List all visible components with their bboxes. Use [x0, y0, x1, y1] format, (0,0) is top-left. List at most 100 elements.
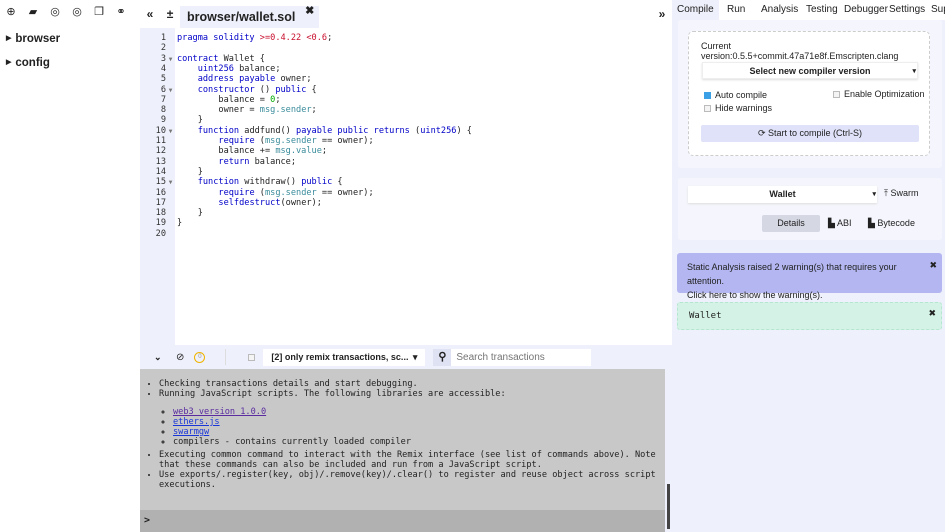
- copy-icon[interactable]: ❐: [88, 5, 110, 18]
- terminal-input[interactable]: >: [140, 510, 665, 532]
- code-token: {: [306, 84, 317, 95]
- line-number: 18: [155, 208, 166, 219]
- zoom-icon[interactable]: ±: [160, 7, 180, 21]
- hide-warnings-option[interactable]: Hide warnings: [704, 103, 772, 113]
- caret-right-icon: ▶: [6, 59, 12, 66]
- auto-compile-option[interactable]: Auto compile: [704, 90, 767, 100]
- label: ABI: [836, 218, 852, 228]
- code-line: 6 ▼ constructor () public {: [140, 85, 672, 95]
- line-number: 15: [155, 177, 166, 188]
- ethers-link[interactable]: ethers.js: [173, 417, 220, 427]
- line-number: 6: [160, 84, 166, 95]
- search-icon: ⚲: [433, 348, 452, 366]
- terminal-list-item: Executing common command to interact wit…: [159, 450, 659, 470]
- line-number: 13: [155, 156, 166, 167]
- details-button[interactable]: Details: [762, 215, 820, 232]
- code-line: 20: [140, 229, 672, 239]
- tab-sup[interactable]: Sup: [931, 0, 945, 20]
- code-token: }: [177, 166, 203, 177]
- line-number: 12: [155, 146, 166, 157]
- close-icon[interactable]: ✖: [928, 308, 936, 319]
- code-token: msg.sender: [264, 136, 317, 146]
- code-token: (owner);: [280, 197, 322, 208]
- contract-select[interactable]: Wallet ▾: [688, 186, 877, 203]
- tab-debugger[interactable]: Debugger: [844, 0, 888, 20]
- tab-run[interactable]: Run: [727, 0, 745, 20]
- file-toolbar: ⊕ ▰ ◎ ◎ ❐ ⚭: [0, 0, 140, 22]
- pending-transactions-badge: 0: [194, 351, 206, 363]
- open-folder-icon[interactable]: ▰: [22, 5, 44, 18]
- static-analysis-warning[interactable]: Static Analysis raised 2 warning(s) that…: [677, 253, 942, 300]
- line-number: 20: [155, 228, 166, 239]
- github-update-icon[interactable]: ◎: [66, 5, 88, 18]
- listen-network-checkbox[interactable]: [248, 353, 256, 361]
- enable-optimization-checkbox[interactable]: [833, 91, 840, 99]
- line-number: 1: [160, 33, 166, 43]
- code-token: ;: [321, 146, 328, 157]
- link-icon[interactable]: ⚭: [110, 5, 132, 18]
- minimize-terminal-icon[interactable]: ⌄: [154, 352, 166, 363]
- bytecode-button[interactable]: ▙ Bytecode: [868, 218, 915, 229]
- prompt: >: [144, 515, 151, 526]
- close-icon[interactable]: ✖: [929, 258, 937, 272]
- terminal-scrollbar[interactable]: [665, 369, 672, 532]
- tab-testing[interactable]: Testing: [806, 0, 838, 20]
- tree-item-config[interactable]: ▶ config: [0, 51, 140, 75]
- tab-compile[interactable]: Compile: [672, 0, 719, 20]
- code-line: 5 address payable owner;: [140, 74, 672, 84]
- code-token: msg.sender: [259, 105, 312, 116]
- code-token: contract: [177, 53, 219, 64]
- github-gist-icon[interactable]: ◎: [44, 5, 66, 18]
- collapse-left-icon[interactable]: «: [140, 7, 160, 21]
- code-token: (): [254, 84, 276, 95]
- line-number: 14: [155, 166, 166, 177]
- code-token: require: [218, 187, 255, 198]
- terminal-list-item: Checking transactions details and start …: [159, 379, 665, 389]
- transaction-filter-dropdown[interactable]: [2] only remix transactions, sc... ▾: [263, 348, 426, 366]
- line-number: 7: [160, 94, 166, 105]
- line-number: 17: [155, 197, 166, 208]
- enable-optimization-option[interactable]: Enable Optimization: [833, 89, 925, 99]
- label: Enable Optimization: [844, 89, 925, 99]
- show-warnings-link[interactable]: Click here to show the warning(s).: [687, 288, 932, 302]
- code-token: ) {: [456, 125, 472, 136]
- search-transactions: ⚲: [433, 348, 592, 366]
- library-list: web3 version 1.0.0 ethers.js swarmgw com…: [140, 407, 665, 447]
- code-editor[interactable]: 1 pragma solidity >=0.4.22 <0.6; 2 3 ▼ contra…: [140, 28, 672, 345]
- tab-wallet-sol[interactable]: browser/wallet.sol ✖: [180, 5, 320, 28]
- code-line: 14 }: [140, 167, 672, 177]
- swarmgw-link[interactable]: swarmgw: [173, 427, 209, 437]
- code-token: function: [197, 125, 240, 136]
- code-token: == owner);: [316, 136, 374, 146]
- tree-item-browser[interactable]: ▶ browser: [0, 27, 140, 51]
- caret-down-icon: ▾: [912, 68, 916, 75]
- collapse-right-icon[interactable]: »: [652, 7, 672, 21]
- web3-link[interactable]: web3 version 1.0.0: [173, 407, 266, 417]
- close-icon[interactable]: ✖: [305, 0, 314, 22]
- compiler-version-select[interactable]: Select new compiler version ▾: [702, 62, 918, 79]
- line-number: 10: [155, 125, 166, 136]
- code-line: 18 }: [140, 208, 672, 218]
- abi-button[interactable]: ▙ ABI: [828, 218, 851, 229]
- code-token: function: [197, 177, 240, 188]
- search-transactions-input[interactable]: [451, 348, 592, 366]
- swarm-button[interactable]: ⤒ Swarm: [884, 188, 919, 199]
- line-number: 2: [160, 43, 166, 54]
- code-token: public: [301, 177, 333, 188]
- code-line: 12 balance += msg.value;: [140, 146, 672, 156]
- line-number: 9: [160, 115, 166, 126]
- tab-settings[interactable]: Settings: [889, 0, 925, 20]
- code-token: require: [218, 136, 255, 146]
- hide-warnings-checkbox[interactable]: [704, 105, 711, 113]
- code-token: ;: [275, 94, 281, 105]
- line-number: 19: [155, 218, 166, 229]
- clear-console-icon[interactable]: ⊘: [176, 352, 184, 363]
- auto-compile-checkbox[interactable]: [704, 92, 711, 100]
- compile-button[interactable]: ⟳ Start to compile (Ctrl-S): [701, 125, 919, 142]
- line-number: 5: [160, 74, 166, 85]
- code-token: msg.sender: [264, 187, 317, 198]
- tab-analysis[interactable]: Analysis: [761, 0, 798, 20]
- new-file-icon[interactable]: ⊕: [0, 5, 22, 18]
